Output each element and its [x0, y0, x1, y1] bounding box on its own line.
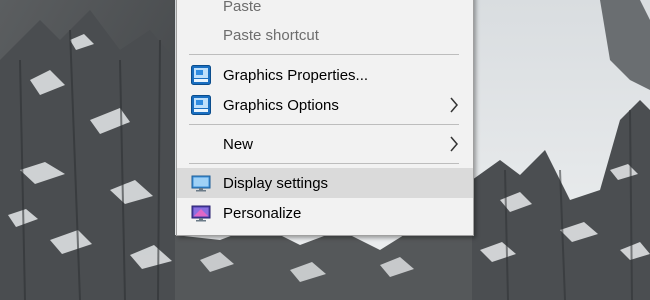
menu-item-label: Paste: [223, 0, 262, 15]
menu-separator: [189, 54, 459, 55]
menu-item-label: Personalize: [223, 204, 302, 222]
intel-graphics-icon: [191, 65, 211, 85]
chevron-right-icon: [449, 136, 459, 152]
menu-item-paste-shortcut[interactable]: Paste shortcut: [177, 20, 473, 50]
menu-item-label: Graphics Options: [223, 96, 339, 114]
menu-item-label: Paste shortcut: [223, 26, 319, 44]
menu-separator: [189, 163, 459, 164]
menu-separator: [189, 124, 459, 125]
intel-graphics-icon: [191, 95, 211, 115]
menu-item-label: Display settings: [223, 174, 329, 192]
chevron-right-icon: [449, 97, 459, 113]
menu-item-personalize[interactable]: Personalize: [177, 198, 473, 228]
desktop-context-menu: Paste Paste shortcut Graphics Properties…: [176, 0, 474, 236]
menu-item-label: Graphics Properties...: [223, 66, 369, 84]
menu-item-new[interactable]: New: [177, 129, 473, 159]
menu-item-graphics-properties[interactable]: Graphics Properties...: [177, 60, 473, 90]
personalize-monitor-icon: [191, 203, 211, 223]
menu-item-display-settings[interactable]: Display settings: [177, 168, 473, 198]
display-monitor-icon: [191, 173, 211, 193]
menu-item-paste[interactable]: Paste: [177, 0, 473, 21]
menu-item-graphics-options[interactable]: Graphics Options: [177, 90, 473, 120]
menu-item-label: New: [223, 135, 254, 153]
